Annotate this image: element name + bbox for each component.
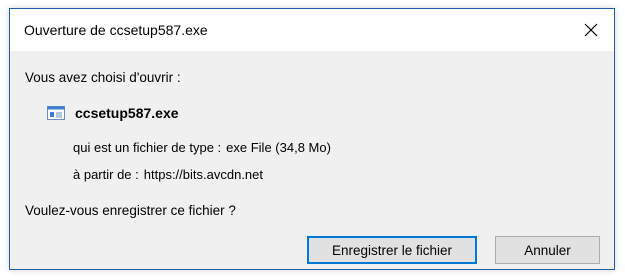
dialog-title: Ouverture de ccsetup587.exe bbox=[24, 22, 208, 38]
cancel-button[interactable]: Annuler bbox=[495, 236, 600, 264]
exe-file-icon bbox=[47, 106, 65, 120]
save-question: Voulez-vous enregistrer ce fichier ? bbox=[25, 203, 236, 218]
file-source-label: à partir de : bbox=[73, 167, 139, 182]
title-bar[interactable]: Ouverture de ccsetup587.exe bbox=[10, 9, 614, 51]
dialog-body: Vous avez choisi d'ouvrir : ccsetup587.e… bbox=[10, 51, 614, 269]
file-type-value: exe File (34,8 Mo) bbox=[226, 140, 331, 155]
save-file-button[interactable]: Enregistrer le fichier bbox=[307, 236, 477, 264]
file-type-label: qui est un fichier de type : bbox=[73, 140, 222, 155]
file-source-value: https://bits.avcdn.net bbox=[143, 167, 263, 182]
file-name: ccsetup587.exe bbox=[75, 105, 179, 121]
download-dialog: Ouverture de ccsetup587.exe Vous avez ch… bbox=[9, 8, 615, 270]
close-icon bbox=[584, 23, 598, 37]
file-row: ccsetup587.exe bbox=[47, 105, 179, 121]
close-button[interactable] bbox=[568, 9, 614, 51]
file-source-line: à partir de : https://bits.avcdn.net bbox=[73, 167, 263, 182]
file-type-line: qui est un fichier de type : exe File (34… bbox=[73, 140, 331, 155]
open-prompt: Vous avez choisi d'ouvrir : bbox=[25, 70, 181, 85]
